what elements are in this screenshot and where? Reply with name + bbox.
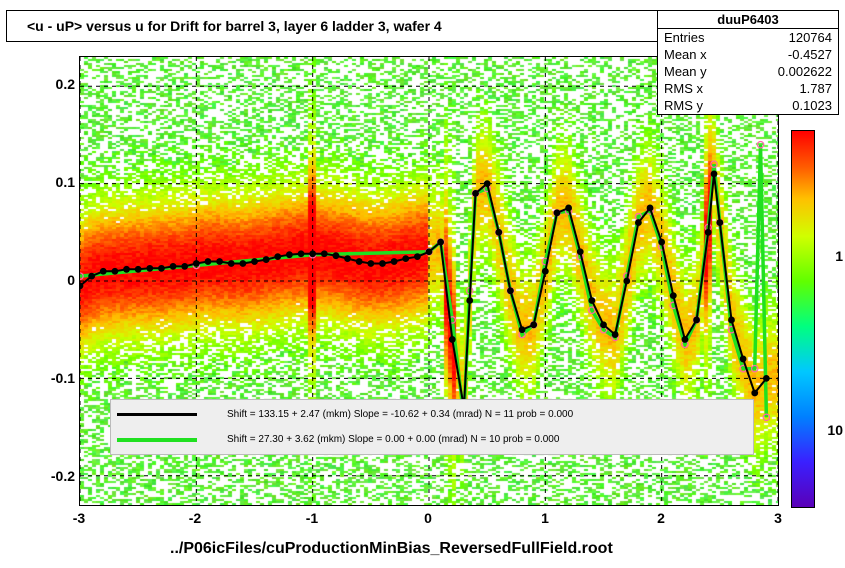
plot-title-box: <u - uP> versus u for Drift for barrel 3… [6,10,668,42]
y-tick: -0.2 [15,468,75,484]
x-tick: 1 [541,510,549,526]
stats-row-entries: Entries 120764 [658,29,838,46]
chart-root: <u - uP> versus u for Drift for barrel 3… [0,0,845,568]
y-tick: 0.1 [15,174,75,190]
stats-row-meany: Mean y 0.002622 [658,63,838,80]
x-tick: -2 [189,510,201,526]
plot-area: Shift = 133.15 + 2.47 (mkm) Slope = -10.… [79,56,779,506]
legend-text-2: Shift = 27.30 + 3.62 (mkm) Slope = 0.00 … [227,434,747,445]
stats-value: 0.002622 [778,63,832,80]
stats-label: Entries [664,29,704,46]
stats-box: duuP6403 Entries 120764 Mean x -0.4527 M… [657,10,839,115]
stats-value: 120764 [789,29,832,46]
stats-label: Mean y [664,63,707,80]
y-tick: 0.2 [15,76,75,92]
legend-box: Shift = 133.15 + 2.47 (mkm) Slope = -10.… [110,399,754,455]
y-tick: 0 [15,272,75,288]
x-tick: -1 [306,510,318,526]
colorbar-tick: 10 [827,422,843,438]
legend-swatch-black [117,413,197,416]
plot-title: <u - uP> versus u for Drift for barrel 3… [27,18,442,34]
y-tick: -0.1 [15,370,75,386]
stats-value: 1.787 [799,80,832,97]
x-tick: 2 [657,510,665,526]
x-tick: -3 [73,510,85,526]
legend-row-1: Shift = 133.15 + 2.47 (mkm) Slope = -10.… [117,409,747,420]
bottom-caption: ../P06icFiles/cuProductionMinBias_Revers… [170,540,613,558]
stats-value: -0.4527 [788,46,832,63]
colorbar-tick: 1 [835,248,843,264]
stats-value: 0.1023 [792,97,832,114]
stats-row-rmsx: RMS x 1.787 [658,80,838,97]
stats-row-rmsy: RMS y 0.1023 [658,97,838,114]
stats-label: RMS y [664,97,703,114]
stats-label: RMS x [664,80,703,97]
stats-label: Mean x [664,46,707,63]
legend-row-2: Shift = 27.30 + 3.62 (mkm) Slope = 0.00 … [117,434,747,445]
legend-swatch-green [117,438,197,442]
legend-text-1: Shift = 133.15 + 2.47 (mkm) Slope = -10.… [227,409,747,420]
x-tick: 0 [424,510,432,526]
x-tick: 3 [774,510,782,526]
stats-row-meanx: Mean x -0.4527 [658,46,838,63]
stats-name: duuP6403 [658,11,838,29]
colorbar [791,130,815,508]
